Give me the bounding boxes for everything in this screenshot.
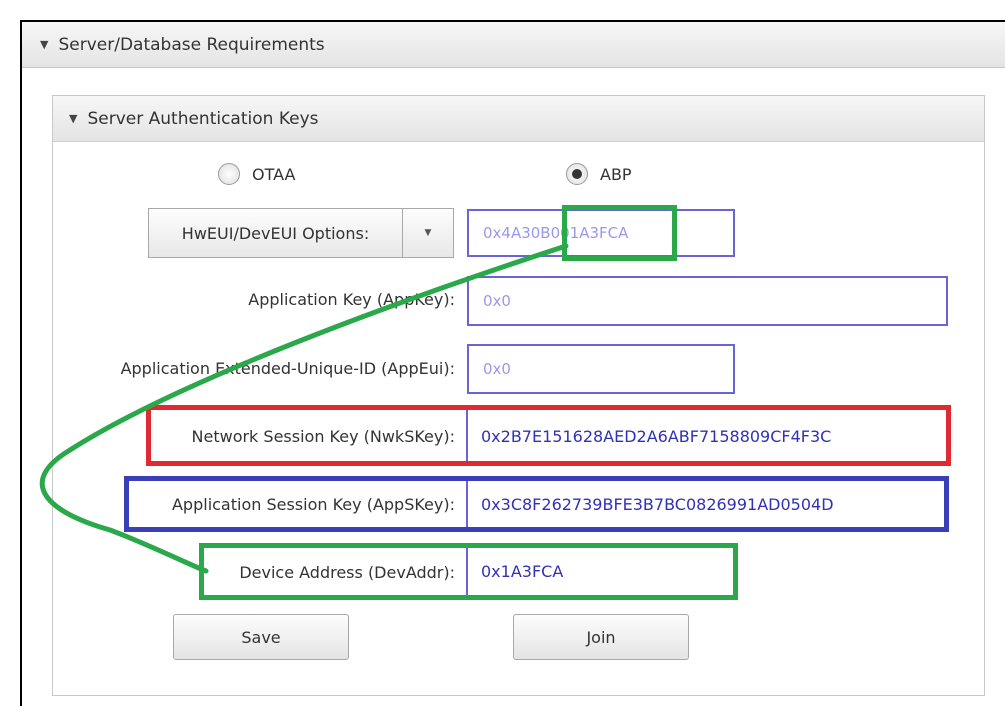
save-button[interactable]: Save [173, 614, 349, 660]
green-connector-curve [39, 243, 569, 574]
join-button[interactable]: Join [513, 614, 689, 660]
